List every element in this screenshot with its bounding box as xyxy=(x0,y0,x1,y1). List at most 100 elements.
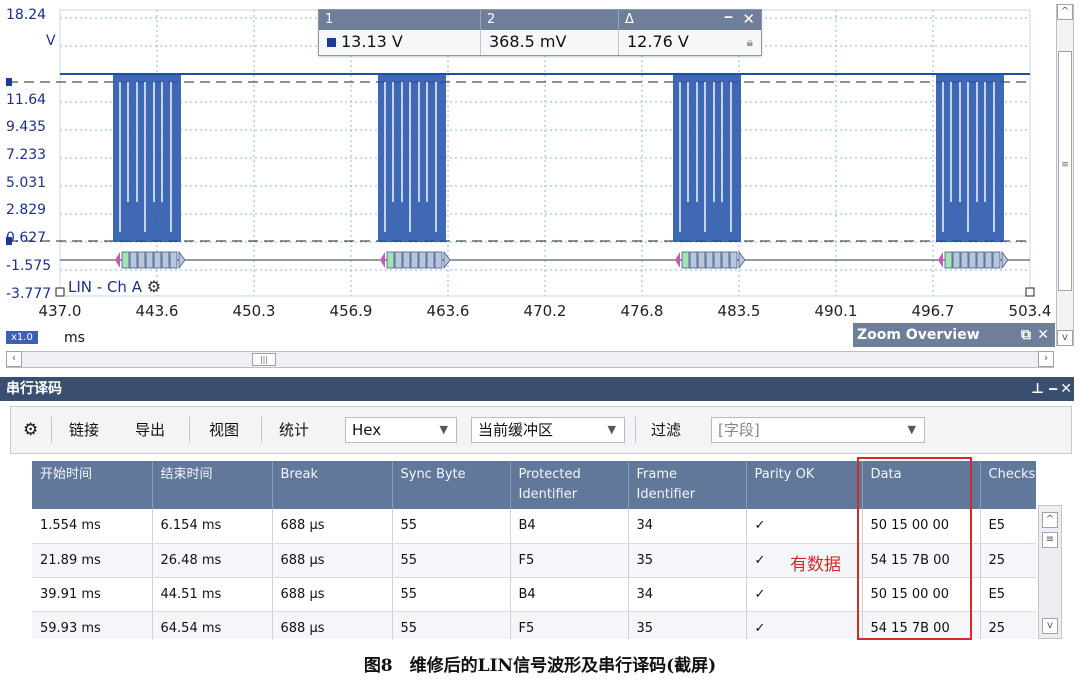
signal-gap xyxy=(687,82,689,202)
scroll-left-icon[interactable]: ‹ xyxy=(6,351,22,367)
format-select[interactable]: Hex ▼ xyxy=(345,417,457,443)
y-label: 9.435 xyxy=(6,119,47,135)
signal-gap xyxy=(984,82,986,202)
oscilloscope-view[interactable]: 18.24 V 11.64 9.435 7.233 5.031 2.829 0.… xyxy=(0,0,1080,372)
x-label: 503.4 xyxy=(1008,302,1052,320)
column-header[interactable]: Frame Identifier xyxy=(628,461,747,509)
zoom-badge[interactable]: x1.0 xyxy=(6,331,38,344)
measure-header-2: 2 xyxy=(481,10,619,30)
signal-gap xyxy=(426,82,428,202)
signal-gap xyxy=(976,82,978,202)
table-cell: 688 μs xyxy=(272,577,393,612)
gear-icon[interactable]: ⚙ xyxy=(23,417,38,443)
scroll-thumb[interactable]: ≡ xyxy=(1042,532,1058,548)
vertical-scrollbar[interactable]: ^ ≡ v xyxy=(1056,4,1074,346)
y-label-top: 18.24 xyxy=(6,7,47,23)
close-icon[interactable]: ✕ xyxy=(1037,323,1049,347)
table-row[interactable]: 39.91 ms 44.51 ms 688 μs 55 B4 34 ✓ 50 1… xyxy=(32,577,1036,612)
table-cell: F5 xyxy=(510,611,629,639)
close-icon[interactable]: ✕ xyxy=(1060,377,1072,401)
decode-marker-byte xyxy=(689,251,698,269)
signal-gap xyxy=(959,82,961,202)
table-cell: 50 15 00 00 xyxy=(862,509,981,544)
table-cell: ✓ xyxy=(746,611,863,639)
gear-icon[interactable]: ⚙ xyxy=(147,277,161,296)
scroll-up-icon[interactable]: ^ xyxy=(1042,512,1058,528)
lock-icon[interactable]: 🔒︎ xyxy=(747,30,753,54)
table-vertical-scrollbar[interactable]: ^ ≡ v xyxy=(1038,505,1062,639)
decode-marker-byte xyxy=(984,251,993,269)
column-header[interactable]: Parity OK xyxy=(746,461,863,509)
buffer-select-value: 当前缓冲区 xyxy=(478,421,554,439)
zoom-overview-panel[interactable]: Zoom Overview ⧉ ✕ xyxy=(853,323,1055,347)
signal-gap xyxy=(161,82,163,202)
buffer-select[interactable]: 当前缓冲区 ▼ xyxy=(471,417,625,443)
decode-marker-byte xyxy=(992,251,1001,269)
pin-icon[interactable]: ⊥ xyxy=(1031,377,1044,401)
decode-marker-byte xyxy=(121,251,130,269)
toolbar-separator xyxy=(189,417,190,443)
decode-marker-byte xyxy=(713,251,722,269)
decode-marker-end xyxy=(178,250,186,270)
toolbar-separator xyxy=(261,417,262,443)
scroll-up-icon[interactable]: ^ xyxy=(1057,4,1073,20)
decode-marker-byte xyxy=(402,251,411,269)
filter-button[interactable]: 过滤 xyxy=(651,417,681,443)
x-label: 483.5 xyxy=(717,302,761,320)
decode-marker-byte xyxy=(968,251,977,269)
horizontal-scrollbar[interactable]: ‹ ||| › xyxy=(6,351,1054,368)
scroll-down-icon[interactable]: v xyxy=(1057,330,1073,346)
column-header[interactable]: 开始时间 xyxy=(32,461,153,509)
column-header[interactable]: 结束时间 xyxy=(152,461,273,509)
table-row[interactable]: 1.554 ms 6.154 ms 688 μs 55 B4 34 ✓ 50 1… xyxy=(32,509,1036,544)
decode-marker-byte xyxy=(161,251,170,269)
scroll-right-icon[interactable]: › xyxy=(1038,351,1054,367)
table-cell: 1.554 ms xyxy=(32,509,153,544)
minimize-icon[interactable]: ‒ xyxy=(1048,377,1058,401)
signal-gap xyxy=(950,82,952,202)
link-button[interactable]: 链接 xyxy=(69,417,99,443)
decode-marker-byte xyxy=(721,251,730,269)
chevron-down-icon: ▼ xyxy=(907,423,916,436)
column-header[interactable]: Data xyxy=(862,461,981,509)
column-header[interactable]: Break xyxy=(272,461,393,509)
decode-marker-byte xyxy=(394,251,403,269)
channel-label-text: LIN - Ch A xyxy=(68,278,142,296)
column-header[interactable]: Protected Identifier xyxy=(510,461,629,509)
plot-corner-marker xyxy=(55,287,65,297)
stats-button[interactable]: 统计 xyxy=(279,417,309,443)
table-row[interactable]: 59.93 ms 64.54 ms 688 μs 55 F5 35 ✓ 54 1… xyxy=(32,611,1036,639)
table-cell: 35 xyxy=(628,543,747,578)
decode-marker-byte xyxy=(952,251,961,269)
annotation-note: 有数据 xyxy=(790,555,841,575)
plot-corner-marker xyxy=(1025,287,1035,297)
decode-table[interactable]: 开始时间 结束时间 Break Sync Byte Protected Iden… xyxy=(32,461,1036,639)
table-cell: 688 μs xyxy=(272,611,393,639)
column-header[interactable]: Sync Byte xyxy=(392,461,511,509)
scroll-down-icon[interactable]: v xyxy=(1042,618,1058,634)
signal-gap xyxy=(153,82,155,202)
minimize-icon[interactable]: ‒ xyxy=(724,8,733,28)
scroll-thumb[interactable]: ≡ xyxy=(1058,51,1072,291)
decode-marker-byte xyxy=(153,251,162,269)
decode-marker-byte xyxy=(434,251,443,269)
column-header[interactable]: Checksu xyxy=(980,461,1036,509)
table-row[interactable]: 21.89 ms 26.48 ms 688 μs 55 F5 35 ✓ 54 1… xyxy=(32,543,1036,578)
restore-icon[interactable]: ⧉ xyxy=(1021,323,1031,347)
signal-gap xyxy=(127,82,129,202)
decode-marker-byte xyxy=(976,251,985,269)
decode-marker-start xyxy=(380,252,385,268)
decode-marker-end xyxy=(738,250,746,270)
view-button[interactable]: 视图 xyxy=(209,417,239,443)
export-button[interactable]: 导出 xyxy=(135,417,165,443)
close-icon[interactable]: ✕ xyxy=(742,9,755,29)
table-cell: 54 15 7B 00 xyxy=(862,543,981,578)
signal-gap xyxy=(144,82,146,232)
field-select[interactable]: [字段] ▼ xyxy=(711,417,925,443)
channel-label[interactable]: LIN - Ch A ⚙ xyxy=(68,277,161,296)
table-cell: 64.54 ms xyxy=(152,611,273,639)
x-label: 437.0 xyxy=(38,302,82,320)
scroll-thumb[interactable]: ||| xyxy=(252,353,276,366)
measurement-panel[interactable]: 1 2 Δ ‒ ✕ 13.13 V 368.5 mV 12.76 V 🔒︎ xyxy=(318,9,762,56)
signal-gap xyxy=(679,82,681,232)
